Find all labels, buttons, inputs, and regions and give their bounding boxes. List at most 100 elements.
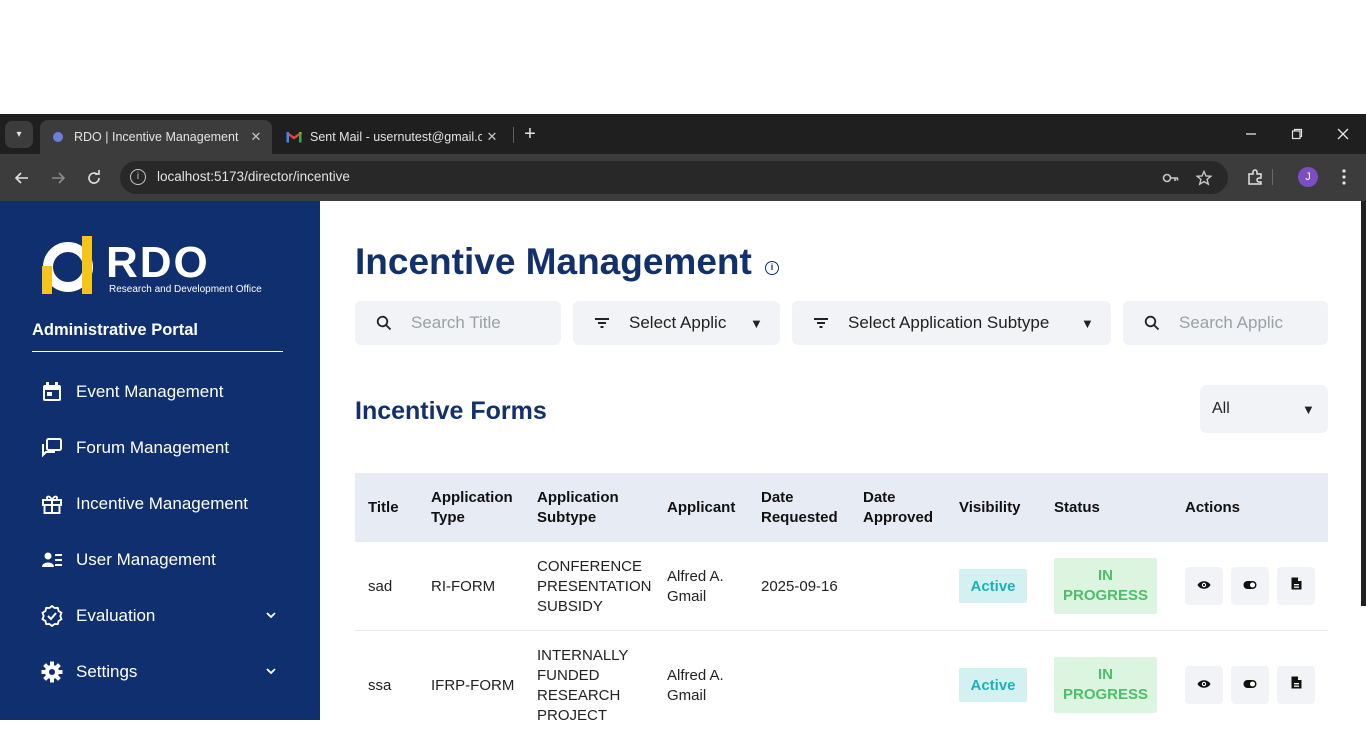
status-badge: IN PROGRESS xyxy=(1054,657,1157,713)
browser-tab-inactive[interactable]: Sent Mail - usernutest@gmail.c ✕ xyxy=(276,120,508,154)
application-subtype-select[interactable]: Select Application Subtype ▼ xyxy=(792,301,1111,345)
sidebar-item-label: Evaluation xyxy=(76,606,156,625)
document-button[interactable] xyxy=(1277,666,1315,704)
table-row: ssa IFRP-FORM INTERNALLY FUNDED RESEARCH… xyxy=(355,631,1328,731)
search-icon xyxy=(1141,315,1163,331)
chevron-down-icon[interactable] xyxy=(264,610,278,622)
cell-date-requested xyxy=(761,631,841,741)
gear-icon xyxy=(40,660,64,684)
close-icon[interactable]: ✕ xyxy=(482,129,502,145)
search-title-placeholder: Search Title xyxy=(411,313,501,332)
sidebar: RDO Research and Development Office Admi… xyxy=(0,201,320,720)
forward-arrow-icon[interactable] xyxy=(46,166,70,190)
scrollbar[interactable] xyxy=(1361,201,1366,606)
user-list-icon xyxy=(40,548,64,572)
cell-subtype: CONFERENCE PRESENTATION SUBSIDY xyxy=(537,557,652,615)
visibility-badge[interactable]: Active xyxy=(959,569,1027,603)
column-header[interactable]: Title xyxy=(368,473,428,542)
caret-down-icon: ▼ xyxy=(1081,315,1094,331)
application-type-value: Select Applic xyxy=(629,313,727,332)
filter-icon xyxy=(810,317,832,329)
gmail-icon xyxy=(286,129,302,145)
column-header[interactable]: Application Type xyxy=(431,473,526,542)
eye-icon xyxy=(1197,577,1211,595)
svg-text:RDO: RDO xyxy=(106,238,210,287)
star-icon[interactable] xyxy=(1195,169,1213,187)
caret-down-icon: ▼ xyxy=(750,315,763,331)
sidebar-item-evaluation[interactable]: Evaluation xyxy=(40,598,290,634)
tab-title: RDO | Incentive Management xyxy=(74,130,239,144)
new-tab-icon[interactable]: + xyxy=(520,123,540,145)
cell-title: sad xyxy=(368,577,393,595)
cell-title: ssa xyxy=(368,677,392,694)
address-bar[interactable]: i localhost:5173/director/incentive xyxy=(120,161,1228,194)
profile-avatar[interactable]: J xyxy=(1298,167,1318,187)
sidebar-item-incentive-management[interactable]: Incentive Management xyxy=(40,486,290,522)
info-icon[interactable]: i xyxy=(765,261,779,275)
sidebar-item-label: User Management xyxy=(76,550,216,569)
tab-search-button[interactable]: ▾ xyxy=(5,121,33,148)
back-arrow-icon[interactable] xyxy=(10,166,34,190)
close-icon[interactable]: ✕ xyxy=(246,129,266,145)
toolbar-separator xyxy=(1271,166,1273,188)
site-info-icon[interactable]: i xyxy=(130,169,146,185)
status-filter-select[interactable]: All ▼ xyxy=(1200,385,1328,433)
column-header: Actions xyxy=(1185,498,1241,516)
portal-title: Administrative Portal xyxy=(32,321,198,339)
column-header[interactable]: Date Approved xyxy=(863,473,953,542)
visibility-badge[interactable]: Active xyxy=(959,668,1027,702)
column-header[interactable]: Visibility xyxy=(959,473,1049,542)
view-button[interactable] xyxy=(1185,666,1223,704)
document-icon xyxy=(1291,676,1302,694)
sidebar-item-settings[interactable]: Settings xyxy=(40,654,290,690)
cell-type: IFRP-FORM xyxy=(431,677,515,694)
sidebar-item-label: Forum Management xyxy=(76,438,230,457)
sidebar-item-label: Incentive Management xyxy=(76,494,248,513)
sidebar-item-forum-management[interactable]: Forum Management xyxy=(40,430,290,466)
toggle-icon xyxy=(1243,676,1257,694)
caret-down-icon: ▼ xyxy=(1302,401,1315,417)
view-button[interactable] xyxy=(1185,567,1223,605)
cell-subtype: INTERNALLY FUNDED RESEARCH PROJECT xyxy=(537,647,629,724)
toggle-icon xyxy=(1243,577,1257,595)
cell-date-approved xyxy=(863,542,943,631)
main-content: Incentive Management i Search Title Sele… xyxy=(320,201,1366,724)
rdo-logo: RDO Research and Development Office xyxy=(42,236,282,298)
application-type-select[interactable]: Select Applic ▼ xyxy=(573,301,780,345)
reload-icon[interactable] xyxy=(82,166,106,190)
eye-icon xyxy=(1197,676,1211,694)
chevron-down-icon[interactable] xyxy=(264,666,278,678)
column-header[interactable]: Application Subtype xyxy=(537,473,637,542)
document-icon xyxy=(1291,577,1302,595)
more-vert-icon[interactable] xyxy=(1333,166,1355,188)
gift-icon xyxy=(40,492,64,516)
search-applicant-input[interactable]: Search Applic xyxy=(1123,301,1328,345)
cell-applicant: Alfred A. Gmail xyxy=(667,667,724,704)
sidebar-item-user-management[interactable]: User Management xyxy=(40,542,290,578)
sidebar-item-label: Event Management xyxy=(76,382,224,401)
search-applicant-placeholder: Search Applic xyxy=(1179,313,1283,332)
sidebar-item-event-management[interactable]: Event Management xyxy=(40,374,290,410)
tab-title: Sent Mail - usernutest@gmail.c xyxy=(310,130,482,144)
search-title-input[interactable]: Search Title xyxy=(355,301,561,345)
cell-type: RI-FORM xyxy=(431,577,496,595)
extensions-icon[interactable] xyxy=(1244,166,1266,188)
restore-icon[interactable] xyxy=(1274,120,1320,148)
divider xyxy=(32,351,283,352)
blank-area xyxy=(0,0,1366,114)
browser-toolbar: i localhost:5173/director/incentive xyxy=(0,154,1366,201)
toggle-visibility-button[interactable] xyxy=(1231,666,1269,704)
column-header[interactable]: Applicant xyxy=(667,473,757,542)
minimize-icon[interactable] xyxy=(1228,120,1274,148)
calendar-icon xyxy=(40,380,64,404)
column-header[interactable]: Date Requested xyxy=(761,473,851,542)
toggle-visibility-button[interactable] xyxy=(1231,567,1269,605)
filter-icon xyxy=(591,317,613,329)
document-button[interactable] xyxy=(1277,567,1315,605)
column-header[interactable]: Status xyxy=(1054,473,1144,542)
browser-tab-active[interactable]: RDO | Incentive Management ✕ xyxy=(40,120,272,154)
rdo-favicon-icon xyxy=(50,129,66,145)
cell-applicant: Alfred A. Gmail xyxy=(667,567,724,605)
key-icon[interactable] xyxy=(1162,169,1180,187)
window-close-icon[interactable] xyxy=(1320,120,1366,148)
